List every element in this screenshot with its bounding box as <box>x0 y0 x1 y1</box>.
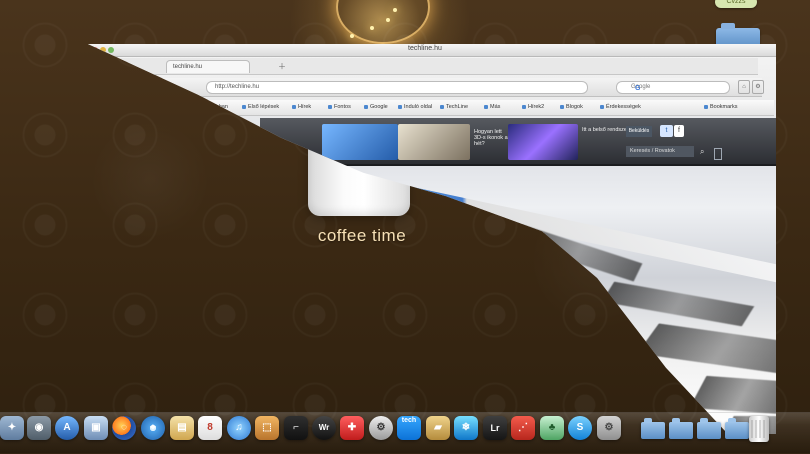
itunes-dock-icon[interactable]: ♫ <box>227 416 251 440</box>
applications-folder-icon[interactable] <box>641 418 665 439</box>
sparkle <box>393 8 397 12</box>
bookmark-item[interactable]: Első lépések <box>242 103 279 112</box>
home-icon[interactable]: ⌂ <box>738 80 750 94</box>
tools-icon[interactable]: ⚙ <box>752 80 764 94</box>
bookmark-item[interactable]: Google <box>364 103 388 112</box>
documents-folder-icon[interactable] <box>669 418 693 439</box>
bookmark-item[interactable]: TechLine <box>440 103 468 112</box>
bookmark-item[interactable]: Fontos <box>328 103 351 112</box>
finder-dock-icon[interactable]: ✦ <box>0 416 24 440</box>
firefox-dock-icon[interactable]: ◌ <box>112 416 136 440</box>
zoom-window-button[interactable] <box>108 47 114 53</box>
desktop-badge: Cvzzs <box>715 0 757 8</box>
trash-icon[interactable] <box>749 416 769 442</box>
promo-headline[interactable]: Hogyan lett 3D-s ikonok a hét? <box>474 129 512 147</box>
facebook-icon[interactable]: f <box>674 125 684 137</box>
bookmark-item[interactable]: Blogok <box>560 103 583 112</box>
evernote-dock-icon[interactable]: ♣ <box>540 416 564 440</box>
photo-dock-icon[interactable]: ▣ <box>84 416 108 440</box>
bookmarks-toolbar: Leggyakrabban Első lépések Hírek Fontos … <box>184 100 774 116</box>
search-icon[interactable]: ⌕ <box>700 147 704 157</box>
stack-folder-icon[interactable] <box>725 418 749 439</box>
site-header: Hogyan lett 3D-s ikonok a hét? Itt a bel… <box>260 118 776 166</box>
acrobat-dock-icon[interactable]: ⋰ <box>511 416 535 440</box>
safari-dock-icon[interactable]: ⌖ <box>141 416 165 440</box>
bookmark-item[interactable]: Hírek <box>292 103 311 112</box>
bookmark-item[interactable]: Induló oldal <box>398 103 432 112</box>
featured-image[interactable] <box>398 124 470 160</box>
utility-dock-icon[interactable]: ⚙ <box>369 416 393 440</box>
address-bar[interactable]: http://techline.hu <box>206 81 588 94</box>
preferences-dock-icon[interactable]: ⚙ <box>597 416 621 440</box>
bookmark-item[interactable]: Hírek2 <box>522 103 544 112</box>
folder-dock-icon[interactable]: ▰ <box>426 416 450 440</box>
launchpad-dock-icon[interactable]: ◉ <box>27 416 51 440</box>
sparkle <box>386 18 390 22</box>
twitter-icon[interactable]: t <box>660 125 673 137</box>
featured-image[interactable] <box>322 124 398 160</box>
calendar-dock-icon[interactable]: 8 <box>198 416 222 440</box>
bookmark-item[interactable]: Érdekességek <box>600 103 641 112</box>
navigation-toolbar: http://techline.hu G Google ⌂ ⚙ <box>136 78 764 97</box>
window-titlebar: techline.hu <box>88 44 776 57</box>
google-icon: G <box>635 85 641 92</box>
site-search-field[interactable]: Keresés / Rovatok <box>626 146 694 157</box>
sparkle <box>370 26 374 30</box>
browser-tab[interactable]: techline.hu <box>166 60 250 73</box>
new-tab-icon[interactable]: ＋ <box>278 61 286 72</box>
scroll-toggle[interactable] <box>714 148 722 160</box>
window-title: techline.hu <box>408 45 442 52</box>
installer-dock-icon[interactable]: ⬚ <box>255 416 279 440</box>
downloads-folder-icon[interactable] <box>697 418 721 439</box>
search-input[interactable]: G Google <box>616 81 730 94</box>
techline-dock-icon[interactable]: tech <box>397 416 421 440</box>
terminal-dock-icon[interactable]: ⌐ <box>284 416 308 440</box>
bookmark-item[interactable]: Bookmarks <box>704 103 738 112</box>
tab-bar: techline.hu ＋ <box>108 58 758 75</box>
lightroom-dock-icon[interactable]: Lr <box>483 416 507 440</box>
preview-dock-icon[interactable]: ▤ <box>170 416 194 440</box>
bookmark-item[interactable]: Más <box>484 103 500 112</box>
skype-dock-icon[interactable]: S <box>568 416 592 440</box>
wallpaper-text: coffee time <box>317 226 407 245</box>
snow-dock-icon[interactable]: ❄ <box>454 416 478 440</box>
sparkle <box>350 34 354 38</box>
toolbox-dock-icon[interactable]: ✚ <box>340 416 364 440</box>
submit-button[interactable]: Beküldés <box>626 126 652 137</box>
app-store-dock-icon[interactable]: A <box>55 416 79 440</box>
wr-dock-icon[interactable]: Wr <box>312 416 336 440</box>
featured-image[interactable] <box>508 124 578 160</box>
desktop-folder-icon[interactable] <box>716 23 760 46</box>
